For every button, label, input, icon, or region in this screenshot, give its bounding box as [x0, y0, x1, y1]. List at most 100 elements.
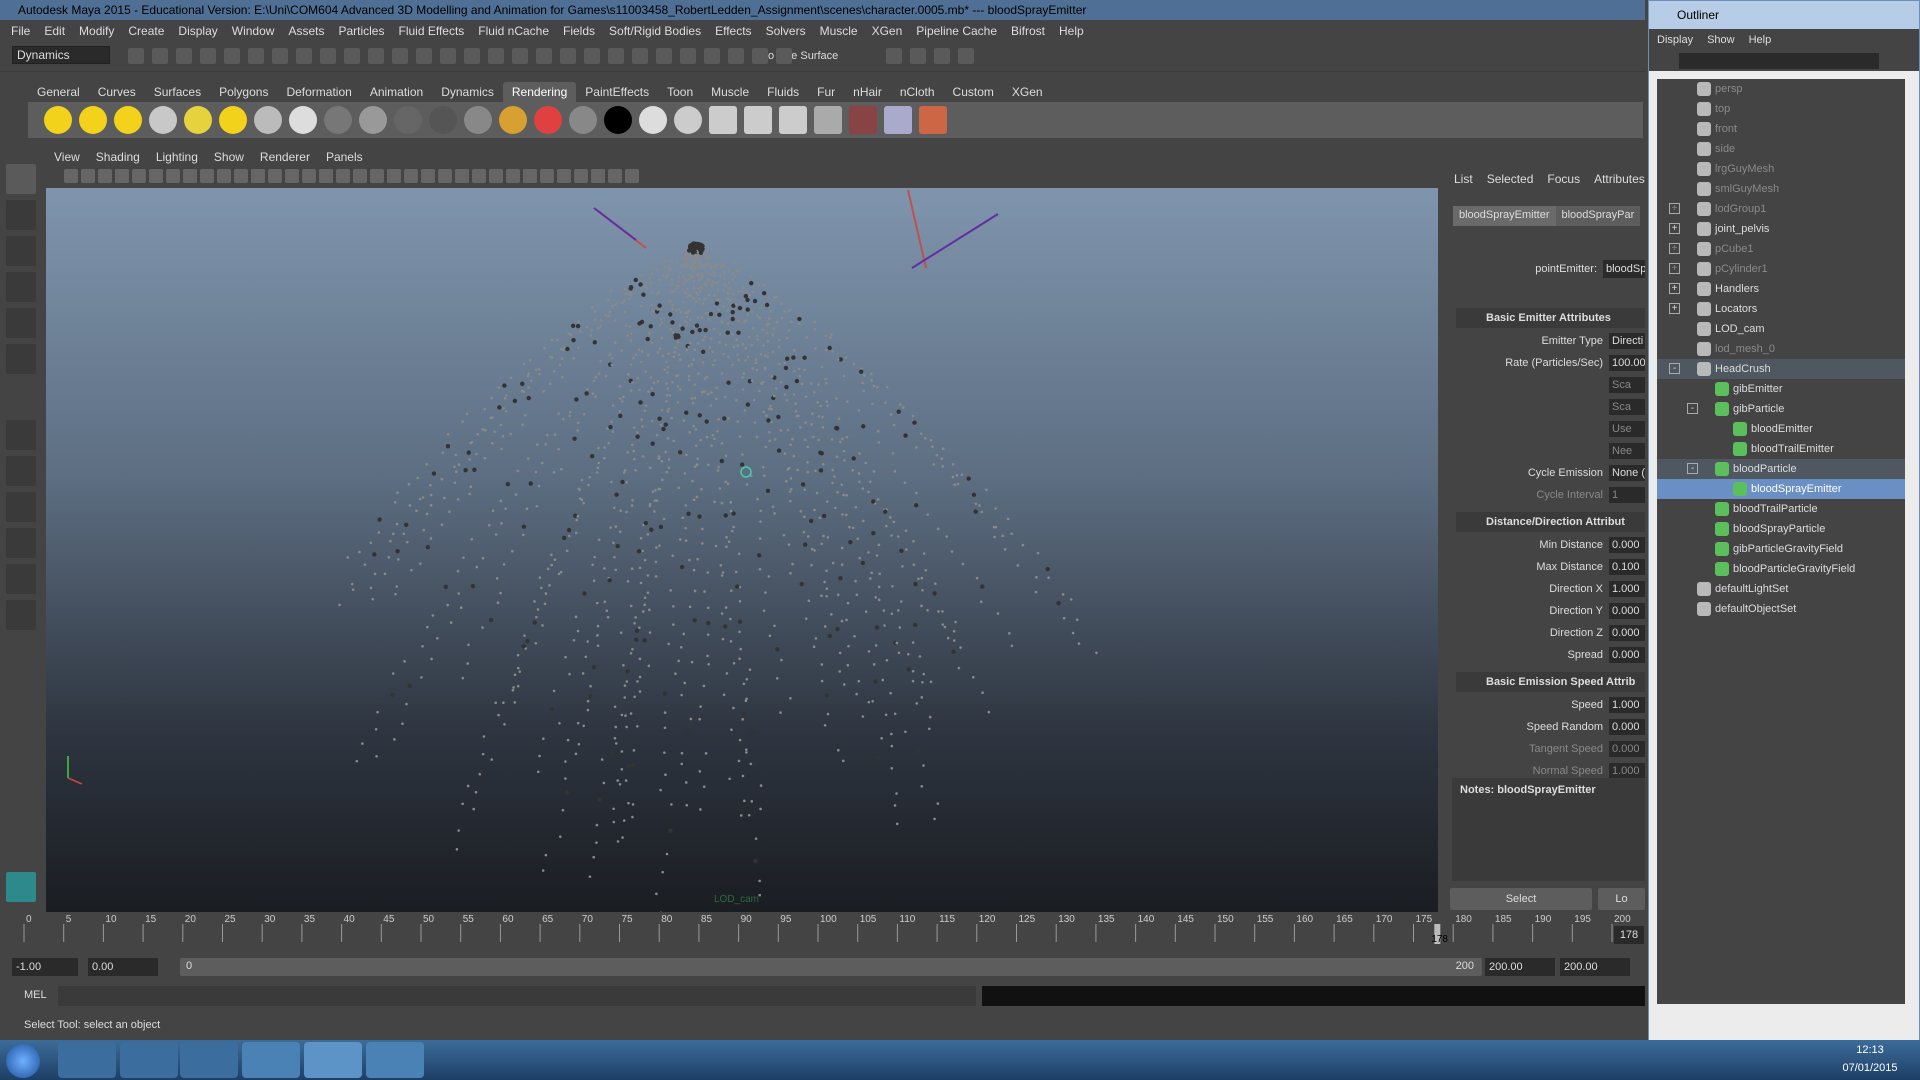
viewport-tool-icon[interactable]: [319, 169, 333, 183]
shelf-render-icon[interactable]: [779, 106, 807, 134]
shelf-render-icon[interactable]: [744, 106, 772, 134]
statusline-tool-icon[interactable]: [200, 48, 216, 64]
attribute-section-header[interactable]: Distance/Direction Attribut: [1456, 512, 1645, 532]
outliner-item[interactable]: gibParticleGravityField: [1657, 539, 1905, 559]
statusline-render-icon[interactable]: [958, 48, 974, 64]
viewport-tool-icon[interactable]: [285, 169, 299, 183]
outliner-item[interactable]: bloodTrailParticle: [1657, 499, 1905, 519]
viewport-tool-icon[interactable]: [132, 169, 146, 183]
shelf-render-icon[interactable]: [184, 106, 212, 134]
layout-side-icon[interactable]: [6, 492, 36, 522]
statusline-tool-icon[interactable]: [272, 48, 288, 64]
shelf-render-icon[interactable]: [814, 106, 842, 134]
command-input[interactable]: [58, 986, 976, 1006]
layout-persp-outliner-icon[interactable]: [6, 564, 36, 594]
paint-select-tool-icon[interactable]: [6, 236, 36, 266]
statusline-tool-icon[interactable]: [368, 48, 384, 64]
expand-toggle-icon[interactable]: +: [1669, 303, 1680, 314]
shelf-render-icon[interactable]: [394, 106, 422, 134]
statusline-tool-icon[interactable]: [224, 48, 240, 64]
shelf-render-icon[interactable]: [289, 106, 317, 134]
load-attributes-button[interactable]: Lo: [1598, 888, 1645, 910]
menuset-dropdown[interactable]: Dynamics: [12, 46, 110, 64]
viewport-tool-icon[interactable]: [404, 169, 418, 183]
viewport-tool-icon[interactable]: [574, 169, 588, 183]
outliner-menu-show[interactable]: Show: [1707, 34, 1735, 46]
expand-toggle-icon[interactable]: -: [1687, 463, 1698, 474]
viewport-3d[interactable]: LOD_cam: [46, 188, 1438, 913]
viewport-tool-icon[interactable]: [81, 169, 95, 183]
viewport-tool-icon[interactable]: [608, 169, 622, 183]
statusline-tool-icon[interactable]: [296, 48, 312, 64]
outliner-menu-help[interactable]: Help: [1749, 34, 1772, 46]
playback-end-field[interactable]: 200.00: [1485, 958, 1555, 976]
end-time-field[interactable]: 200.00: [1560, 958, 1630, 976]
statusline-tool-icon[interactable]: [248, 48, 264, 64]
shelf-tab-surfaces[interactable]: Surfaces: [145, 82, 210, 102]
expand-toggle-icon[interactable]: +: [1669, 203, 1680, 214]
lasso-tool-icon[interactable]: [6, 200, 36, 230]
viewport-tool-icon[interactable]: [540, 169, 554, 183]
outliner-item[interactable]: + lodGroup1: [1657, 199, 1905, 219]
command-language-label[interactable]: MEL: [24, 989, 47, 1001]
outliner-item[interactable]: + joint_pelvis: [1657, 219, 1905, 239]
shelf-tab-deformation[interactable]: Deformation: [277, 82, 360, 102]
statusline-tool-icon[interactable]: [608, 48, 624, 64]
viewport-tool-icon[interactable]: [370, 169, 384, 183]
expand-toggle-icon[interactable]: +: [1669, 283, 1680, 294]
viewport-tool-icon[interactable]: [302, 169, 316, 183]
statusline-tool-icon[interactable]: [560, 48, 576, 64]
move-tool-icon[interactable]: [6, 272, 36, 302]
outliner-item[interactable]: + Handlers: [1657, 279, 1905, 299]
menu-bifrost[interactable]: Bifrost: [1011, 24, 1045, 38]
shelf-tab-toon[interactable]: Toon: [658, 82, 702, 102]
shelf-tab-general[interactable]: General: [28, 82, 89, 102]
viewport-menu-renderer[interactable]: Renderer: [260, 150, 310, 164]
statusline-tool-icon[interactable]: [584, 48, 600, 64]
chrome-icon[interactable]: [242, 1042, 300, 1078]
statusline-tool-icon[interactable]: [464, 48, 480, 64]
outliner-item[interactable]: - gibParticle: [1657, 399, 1905, 419]
outliner-item[interactable]: bloodSprayParticle: [1657, 519, 1905, 539]
menu-effects[interactable]: Effects: [715, 24, 751, 38]
attribute-field[interactable]: Directi: [1609, 333, 1645, 349]
statusline-tool-icon[interactable]: [128, 48, 144, 64]
statusline-tool-icon[interactable]: [488, 48, 504, 64]
shelf-render-icon[interactable]: [359, 106, 387, 134]
statusline-tool-icon[interactable]: [152, 48, 168, 64]
menu-xgen[interactable]: XGen: [872, 24, 903, 38]
viewport-tool-icon[interactable]: [455, 169, 469, 183]
rotate-tool-icon[interactable]: [6, 308, 36, 338]
shelf-render-icon[interactable]: [219, 106, 247, 134]
menu-solvers[interactable]: Solvers: [766, 24, 806, 38]
outliner-item[interactable]: - HeadCrush: [1657, 359, 1905, 379]
shelf-render-icon[interactable]: [149, 106, 177, 134]
statusline-tool-icon[interactable]: [416, 48, 432, 64]
layout-hypershade-icon[interactable]: [6, 600, 36, 630]
statusline-render-icon[interactable]: [910, 48, 926, 64]
outliner-item[interactable]: persp: [1657, 79, 1905, 99]
viewport-tool-icon[interactable]: [149, 169, 163, 183]
expand-toggle-icon[interactable]: +: [1669, 243, 1680, 254]
statusline-tool-icon[interactable]: [176, 48, 192, 64]
shelf-render-icon[interactable]: [324, 106, 352, 134]
shelf-render-icon[interactable]: [639, 106, 667, 134]
viewport-tool-icon[interactable]: [200, 169, 214, 183]
attribute-menu-focus[interactable]: Focus: [1547, 172, 1580, 186]
viewport-tool-icon[interactable]: [387, 169, 401, 183]
outliner-filter-field[interactable]: [1679, 53, 1879, 69]
menu-edit[interactable]: Edit: [44, 24, 65, 38]
viewport-tool-icon[interactable]: [591, 169, 605, 183]
shelf-tab-dynamics[interactable]: Dynamics: [432, 82, 503, 102]
shelf-render-icon[interactable]: [44, 106, 72, 134]
shelf-render-icon[interactable]: [604, 106, 632, 134]
statusline-render-icon[interactable]: [934, 48, 950, 64]
shelf-tab-polygons[interactable]: Polygons: [210, 82, 277, 102]
menu-particles[interactable]: Particles: [338, 24, 384, 38]
attribute-field[interactable]: 0.000: [1609, 603, 1645, 619]
statusline-tool-icon[interactable]: [680, 48, 696, 64]
viewport-tool-icon[interactable]: [472, 169, 486, 183]
menu-fields[interactable]: Fields: [563, 24, 595, 38]
node-tab[interactable]: bloodSprayEmitter: [1453, 206, 1556, 226]
viewport-menu-show[interactable]: Show: [214, 150, 244, 164]
